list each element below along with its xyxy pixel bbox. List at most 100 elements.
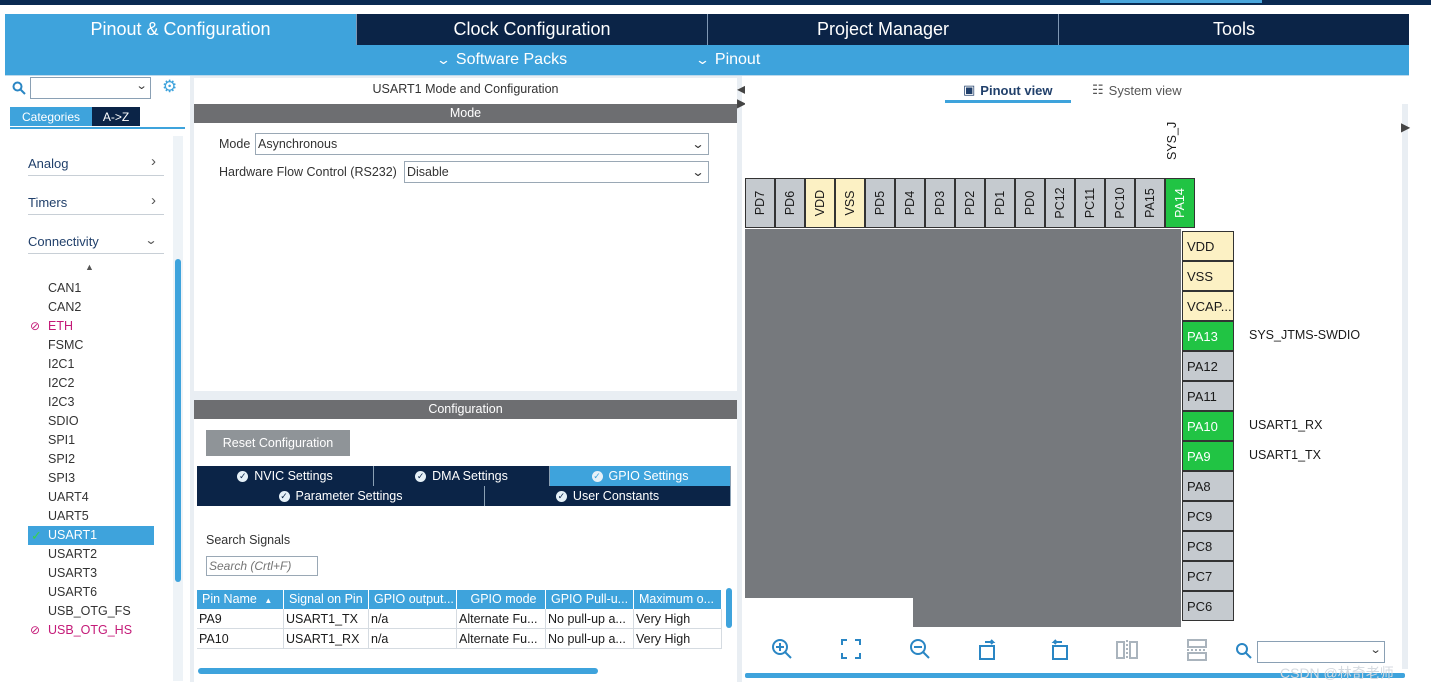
table-cell[interactable]: PA9 (197, 609, 284, 629)
peripheral-item-eth[interactable]: ⊘ ETH (30, 317, 73, 336)
flow-control-select[interactable]: Disable ⌄ (404, 161, 709, 183)
peripheral-item-spi3[interactable]: SPI3 (48, 469, 75, 488)
tab-a-to-z[interactable]: A->Z (92, 107, 140, 126)
tab-user-constants[interactable]: ✓ User Constants (485, 486, 731, 506)
pin-pd0[interactable]: PD0 (1015, 178, 1045, 228)
peripheral-item-usart2[interactable]: USART2 (48, 545, 97, 564)
gear-icon[interactable]: ⚙ (162, 77, 177, 97)
peripheral-item-spi1[interactable]: SPI1 (48, 431, 75, 450)
pin-pa10[interactable]: PA10 (1182, 411, 1234, 441)
tab-parameter-settings[interactable]: ✓ Parameter Settings (197, 486, 485, 506)
peripheral-item-fsmc[interactable]: FSMC (48, 336, 83, 355)
table-cell[interactable]: No pull-up a... (546, 629, 634, 649)
table-cell[interactable]: USART1_RX (284, 629, 369, 649)
flip-vertical-icon[interactable] (1115, 638, 1139, 668)
pin-pa12[interactable]: PA12 (1182, 351, 1234, 381)
pin-pa13[interactable]: PA13 (1182, 321, 1234, 351)
pin-pd7[interactable]: PD7 (745, 178, 775, 228)
mode-select[interactable]: Asynchronous ⌄ (255, 133, 709, 155)
flip-horizontal-icon[interactable] (1185, 638, 1209, 668)
zoom-in-icon[interactable] (771, 638, 793, 666)
pin-pa15[interactable]: PA15 (1135, 178, 1165, 228)
expand-right-icon[interactable]: ▶ (1401, 120, 1410, 134)
tab-system-view[interactable]: ☷ System view (1092, 82, 1182, 98)
tab-gpio-settings[interactable]: ✓ GPIO Settings (550, 466, 731, 486)
tab-nvic-settings[interactable]: ✓ NVIC Settings (197, 466, 374, 486)
pin-pc8[interactable]: PC8 (1182, 531, 1234, 561)
pin-vdd[interactable]: VDD (1182, 231, 1234, 261)
sort-icon[interactable]: ▲ (85, 262, 94, 272)
pin-pc11[interactable]: PC11 (1075, 178, 1105, 228)
pin-pd4[interactable]: PD4 (895, 178, 925, 228)
table-cell[interactable]: Alternate Fu... (457, 609, 546, 629)
peripheral-item-usart6[interactable]: USART6 (48, 583, 97, 602)
column-header-max-speed[interactable]: Maximum o... (634, 590, 722, 609)
pin-pc6[interactable]: PC6 (1182, 591, 1234, 621)
category-filter-select[interactable]: ⌄ (30, 77, 151, 99)
tab-pinout-configuration[interactable]: Pinout & Configuration (5, 14, 356, 45)
table-cell[interactable]: PA10 (197, 629, 284, 649)
table-cell[interactable]: Very High (634, 629, 722, 649)
pin-pd1[interactable]: PD1 (985, 178, 1015, 228)
table-cell[interactable]: Very High (634, 609, 722, 629)
peripheral-item-usart3[interactable]: USART3 (48, 564, 97, 583)
table-cell[interactable]: n/a (369, 629, 457, 649)
pin-vss[interactable]: VSS (1182, 261, 1234, 291)
peripheral-item-usb-otg-hs[interactable]: ⊘ USB_OTG_HS (30, 621, 132, 640)
zoom-out-icon[interactable] (909, 638, 931, 666)
peripheral-item-uart4[interactable]: UART4 (48, 488, 89, 507)
search-icon[interactable] (1235, 642, 1253, 666)
pin-pa14[interactable]: PA14 (1165, 178, 1195, 228)
mcu-package[interactable] (745, 229, 1181, 627)
peripheral-item-spi2[interactable]: SPI2 (48, 450, 75, 469)
fit-screen-icon[interactable] (840, 638, 862, 666)
peripheral-item-sdio[interactable]: SDIO (48, 412, 79, 431)
section-timers[interactable]: Timers › (28, 191, 164, 215)
pin-search-select[interactable]: ⌄ (1257, 641, 1385, 663)
column-header-pin-name[interactable]: Pin Name ▲ (197, 590, 284, 609)
tab-categories[interactable]: Categories (10, 107, 92, 126)
pin-pa8[interactable]: PA8 (1182, 471, 1234, 501)
pin-pd6[interactable]: PD6 (775, 178, 805, 228)
reset-configuration-button[interactable]: Reset Configuration (206, 430, 350, 456)
peripheral-item-uart5[interactable]: UART5 (48, 507, 89, 526)
pin-pa11[interactable]: PA11 (1182, 381, 1234, 411)
peripheral-item-usb-otg-fs[interactable]: USB_OTG_FS (48, 602, 131, 621)
table-cell[interactable]: n/a (369, 609, 457, 629)
pin-pd3[interactable]: PD3 (925, 178, 955, 228)
rotate-right-icon[interactable] (977, 638, 1001, 668)
rotate-left-icon[interactable] (1046, 638, 1070, 668)
search-icon[interactable] (12, 81, 26, 98)
pin-pd2[interactable]: PD2 (955, 178, 985, 228)
tab-clock-configuration[interactable]: Clock Configuration (356, 14, 707, 45)
peripheral-item-usart1[interactable]: ✓ USART1 (28, 526, 154, 545)
pin-vss[interactable]: VSS (835, 178, 865, 228)
column-header-gpio-mode[interactable]: GPIO mode (457, 590, 546, 609)
pin-pc9[interactable]: PC9 (1182, 501, 1234, 531)
scrollbar-thumb[interactable] (175, 259, 181, 582)
peripheral-item-i2c1[interactable]: I2C1 (48, 355, 74, 374)
pin-pc7[interactable]: PC7 (1182, 561, 1234, 591)
peripheral-item-can2[interactable]: CAN2 (48, 298, 81, 317)
pin-pc12[interactable]: PC12 (1045, 178, 1075, 228)
pin-pc10[interactable]: PC10 (1105, 178, 1135, 228)
column-header-gpio-pull[interactable]: GPIO Pull-u... (546, 590, 634, 609)
table-cell[interactable]: No pull-up a... (546, 609, 634, 629)
section-connectivity[interactable]: Connectivity ⌄ (28, 230, 164, 254)
pin-pd5[interactable]: PD5 (865, 178, 895, 228)
scrollbar-thumb[interactable] (726, 588, 732, 628)
peripheral-item-i2c3[interactable]: I2C3 (48, 393, 74, 412)
column-header-signal[interactable]: Signal on Pin (284, 590, 369, 609)
peripheral-item-i2c2[interactable]: I2C2 (48, 374, 74, 393)
tab-project-manager[interactable]: Project Manager (707, 14, 1058, 45)
pin-vdd[interactable]: VDD (805, 178, 835, 228)
pin-vcap[interactable]: VCAP... (1182, 291, 1234, 321)
peripheral-item-can1[interactable]: CAN1 (48, 279, 81, 298)
tab-tools[interactable]: Tools (1058, 14, 1409, 45)
table-cell[interactable]: USART1_TX (284, 609, 369, 629)
table-cell[interactable]: Alternate Fu... (457, 629, 546, 649)
pinout-menu[interactable]: ⌄ Pinout (695, 45, 760, 75)
pin-pa9[interactable]: PA9 (1182, 441, 1234, 471)
software-packs-menu[interactable]: ⌄ Software Packs (436, 45, 567, 75)
scrollbar-thumb[interactable] (198, 668, 598, 674)
